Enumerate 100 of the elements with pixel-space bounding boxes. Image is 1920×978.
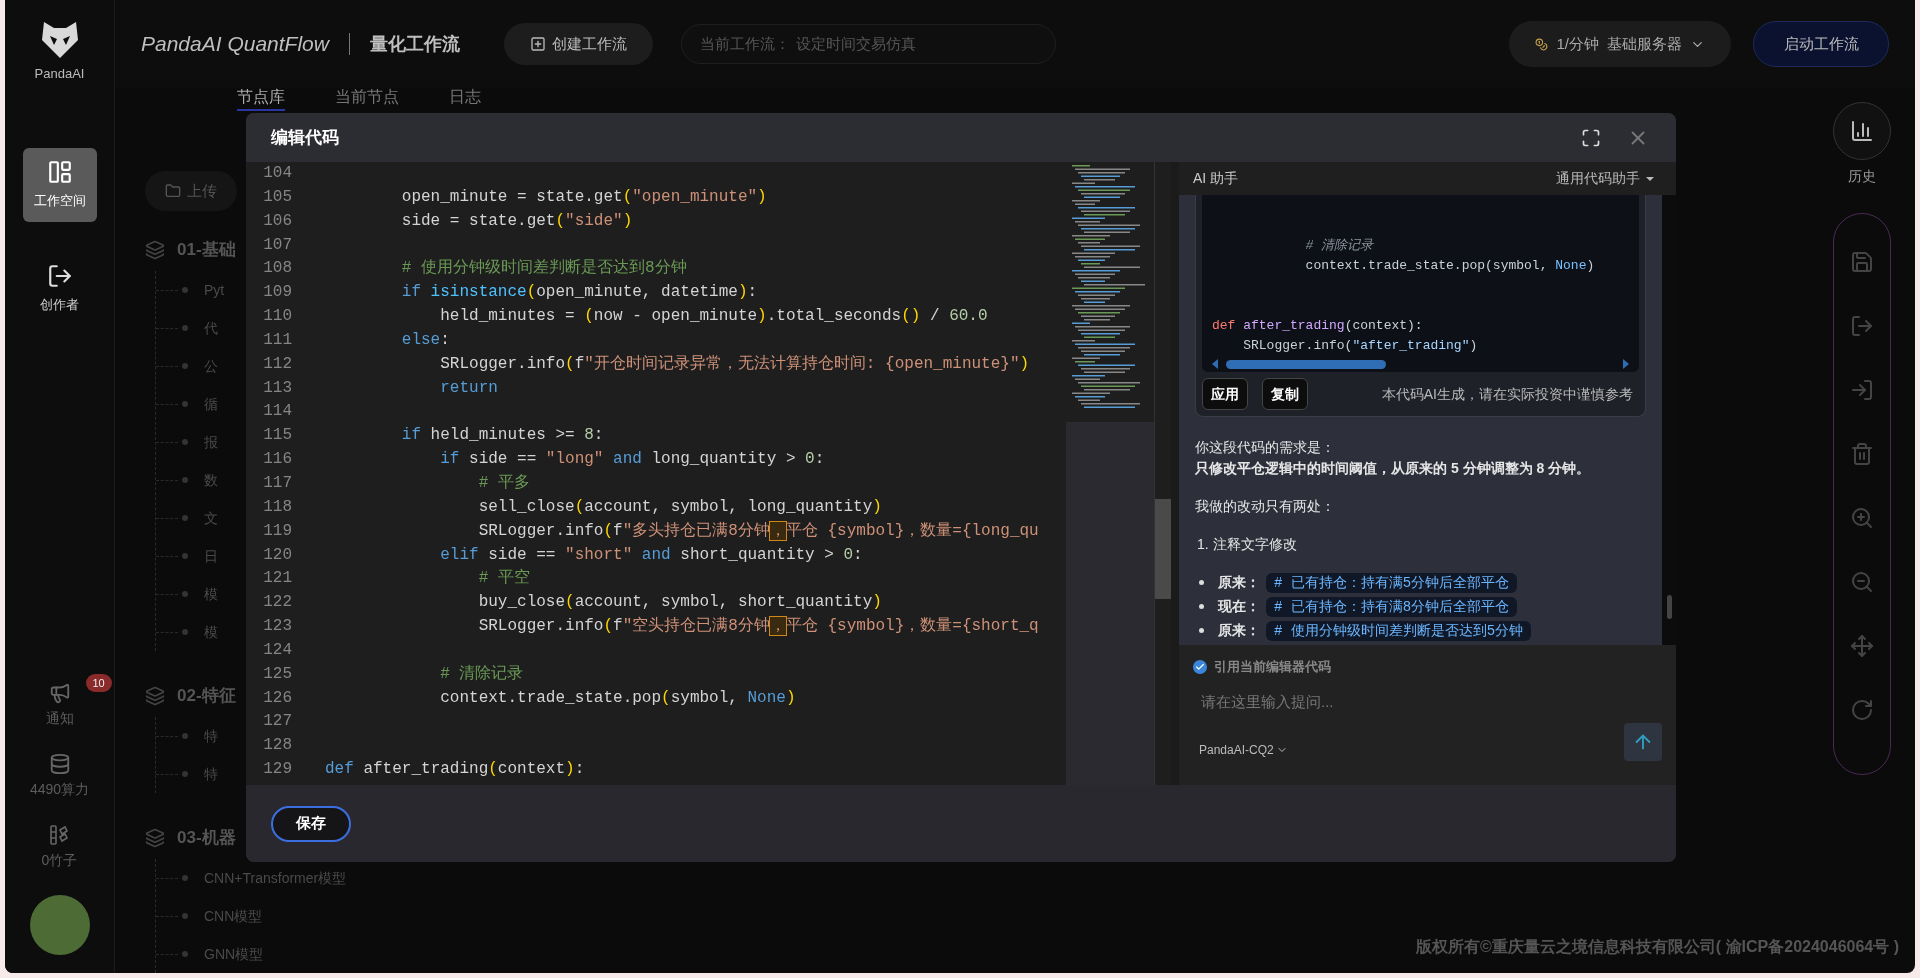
line-number: 110 xyxy=(262,306,292,328)
node-item[interactable]: CNN+Transformer模型 xyxy=(204,867,347,889)
assistant-mode-dropdown[interactable]: 通用代码助手 xyxy=(1556,168,1654,189)
code-line: return xyxy=(439,377,498,399)
upload-button[interactable]: 上传 xyxy=(145,171,237,211)
code-line: context.trade_state.pop(symbol, None) xyxy=(439,687,796,709)
copyright-text: 版权所有©重庆量云之境信息科技有限公司( 渝ICP备2024046064号 ) xyxy=(1416,937,1899,957)
panel-tab[interactable]: 当前节点 xyxy=(335,88,399,111)
refresh-icon[interactable] xyxy=(1850,698,1874,722)
line-number: 129 xyxy=(262,759,292,781)
scrollbar-thumb[interactable] xyxy=(1155,499,1171,599)
node-item[interactable]: 公 xyxy=(204,355,218,377)
line-number: 120 xyxy=(262,544,292,566)
logo-text: PandaAI xyxy=(34,65,85,83)
exit-icon xyxy=(46,262,73,289)
dialog-title: 编辑代码 xyxy=(271,126,339,149)
start-workflow-button[interactable]: 启动工作流 xyxy=(1753,21,1889,67)
app-subtitle: 量化工作流 xyxy=(369,32,460,56)
code-line: SRLogger.info("after_trading") xyxy=(1242,338,1478,353)
nav-item[interactable]: 4490算力 xyxy=(29,753,90,800)
list-heading: 1. 注释文字修改 xyxy=(1197,535,1298,554)
scrollbar-thumb[interactable] xyxy=(1666,595,1672,619)
code-editor[interactable] xyxy=(246,162,1066,785)
node-item[interactable]: 代 xyxy=(204,317,218,339)
delete-icon[interactable] xyxy=(1850,442,1874,466)
line-number: 106 xyxy=(262,210,292,232)
line-number: 115 xyxy=(262,425,292,447)
node-item[interactable]: GNN模型 xyxy=(204,943,264,965)
inline-code: # 已有持仓：持有满5分钟后全部平仓 xyxy=(1266,572,1518,593)
line-number: 108 xyxy=(262,258,292,280)
zoom-in-icon[interactable] xyxy=(1850,506,1874,530)
node-item[interactable]: Pyt xyxy=(204,279,225,301)
layers-icon xyxy=(145,828,165,848)
plus-icon xyxy=(529,36,546,52)
save-icon[interactable] xyxy=(1850,250,1874,274)
save-button[interactable]: 保存 xyxy=(271,805,351,842)
line-number: 116 xyxy=(262,449,292,471)
panel-tab[interactable]: 节点库 xyxy=(237,88,285,111)
node-item[interactable]: 模 xyxy=(204,583,218,605)
move-icon[interactable] xyxy=(1850,634,1874,658)
nav-item[interactable]: 工作空间 xyxy=(22,147,97,222)
nav-item[interactable]: 0竹子 xyxy=(41,824,78,871)
code-line: else: xyxy=(400,329,450,351)
import-icon[interactable] xyxy=(1850,378,1874,402)
node-item[interactable]: 循 xyxy=(204,393,218,415)
horizontal-scrollbar-thumb[interactable] xyxy=(1226,359,1386,369)
notification-badge: 10 xyxy=(85,674,112,692)
server-selector[interactable]: 1/分钟 基础服务器 xyxy=(1509,21,1731,67)
node-item[interactable]: 文 xyxy=(204,507,218,529)
question-input[interactable]: 请在这里输入提问... xyxy=(1193,688,1662,715)
model-selector[interactable]: PandaAI-CQ2 xyxy=(1199,740,1288,759)
bamboo-icon xyxy=(48,824,71,846)
bar-chart-icon xyxy=(1850,119,1874,143)
node-item[interactable]: 模 xyxy=(204,621,218,643)
export-icon[interactable] xyxy=(1850,314,1874,338)
fullscreen-icon[interactable] xyxy=(1581,127,1601,148)
quote-label: 引用当前编辑器代码 xyxy=(1214,658,1331,676)
history-label: 历史 xyxy=(1848,167,1876,186)
code-line: # 清除记录 xyxy=(1304,238,1374,253)
workflow-name: 设定时间交易仿真 xyxy=(795,33,916,54)
panel-tab[interactable]: 日志 xyxy=(449,88,481,111)
quote-checkbox[interactable] xyxy=(1193,659,1207,674)
create-workflow-button[interactable]: 创建工作流 xyxy=(503,23,653,65)
group-title[interactable]: 02-特征 xyxy=(177,683,236,709)
workflow-field[interactable]: 当前工作流： 设定时间交易仿真 xyxy=(680,24,1056,64)
code-line: buy_close(account, symbol, short_quantity) xyxy=(477,592,882,614)
line-number: 117 xyxy=(262,472,292,494)
workflow-label: 当前工作流： xyxy=(699,33,790,54)
code-line: context.trade_state.pop(symbol, None) xyxy=(1304,258,1595,273)
code-line: SRLogger.info(f"空头持仓已满8分钟，平仓 {symbol}，数量={short_q xyxy=(477,615,1039,638)
scroll-left-icon[interactable] xyxy=(1212,359,1218,369)
megaphone-icon xyxy=(48,682,71,704)
node-item[interactable]: 数 xyxy=(204,469,218,491)
code-line: def after_trading(context): xyxy=(324,759,585,781)
code-line: side = state.get("side") xyxy=(400,210,633,232)
folder-icon xyxy=(165,183,181,199)
apply-button[interactable]: 应用 xyxy=(1202,378,1248,410)
node-item[interactable]: 报 xyxy=(204,431,218,453)
layers-icon xyxy=(145,240,165,260)
code-line: held_minutes = (now - open_minute).total_seconds() / 60.0 xyxy=(439,306,988,328)
nav-item[interactable]: 创作者 xyxy=(22,251,97,326)
code-line: # 平多 xyxy=(477,472,530,494)
line-number: 124 xyxy=(262,639,292,661)
node-item[interactable]: CNN模型 xyxy=(204,905,263,927)
line-number: 119 xyxy=(262,520,292,542)
line-number: 112 xyxy=(262,353,292,375)
group-title[interactable]: 03-机器 xyxy=(177,825,236,851)
zoom-out-icon[interactable] xyxy=(1850,570,1874,594)
inline-code: # 已有持仓：持有满8分钟后全部平仓 xyxy=(1266,596,1518,617)
node-item[interactable]: 特 xyxy=(204,763,218,785)
line-number: 125 xyxy=(262,663,292,685)
line-number: 128 xyxy=(262,735,292,757)
bullet-label: 原来： xyxy=(1218,573,1260,592)
scroll-right-icon[interactable] xyxy=(1623,359,1629,369)
copy-button[interactable]: 复制 xyxy=(1262,378,1308,410)
node-item[interactable]: 特 xyxy=(204,725,218,747)
node-item[interactable]: 日 xyxy=(204,545,218,567)
code-line: open_minute = state.get("open_minute") xyxy=(400,186,767,208)
send-button[interactable] xyxy=(1624,722,1662,761)
group-title[interactable]: 01-基础 xyxy=(177,237,236,263)
